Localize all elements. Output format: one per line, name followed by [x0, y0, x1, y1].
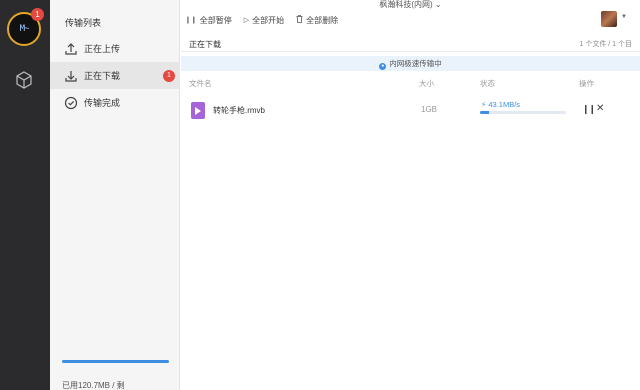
column-header-status: 状态 — [480, 79, 495, 88]
file-size: 1GB — [421, 105, 438, 114]
storage-usage-fill — [62, 360, 169, 363]
sidebar-item-completed[interactable]: 传输完成 — [50, 89, 180, 116]
section-title: 正在下载 — [189, 40, 221, 49]
sidebar-item-label: 传输完成 — [84, 98, 121, 108]
pause-all-button[interactable]: ❙❙ 全部暂停 — [185, 15, 232, 26]
speed-value: 43.1MB/s — [488, 100, 521, 109]
main-panel: 枫瀚科技(内网) ⌄ ❙❙ 全部暂停 ▷ 全部开始 全部删除 ▼ 正在下载 1 … — [181, 0, 640, 390]
column-header-actions: 操作 — [579, 79, 594, 88]
app-rail: M~ 1 — [0, 0, 50, 390]
file-name: 转轮手枪.rmvb — [213, 106, 265, 115]
close-icon[interactable]: ✕ — [596, 103, 604, 114]
storage-usage-bar — [62, 360, 169, 363]
notice-text: 内网极速传输中 — [389, 59, 442, 68]
pause-icon[interactable]: ❙❙ — [582, 104, 596, 115]
table-row[interactable]: 转轮手枪.rmvb 1GB ⚡ 43.1MB/s ❙❙ ✕ — [181, 100, 631, 122]
transfer-notice-banner: ● 内网极速传输中 — [181, 56, 640, 71]
sidebar-item-uploading[interactable]: 正在上传 — [50, 35, 180, 62]
download-progress-fill — [480, 111, 489, 114]
table-header: 文件名 大小 状态 操作 — [181, 76, 640, 90]
trash-icon — [296, 15, 303, 25]
toolbar: ❙❙ 全部暂停 ▷ 全部开始 全部删除 — [181, 12, 346, 28]
scrollbar[interactable] — [634, 30, 638, 390]
chevron-down-icon[interactable]: ▼ — [621, 14, 627, 20]
delete-all-button[interactable]: 全部删除 — [296, 15, 338, 26]
transfer-speed: ⚡ 43.1MB/s — [481, 100, 520, 109]
transfer-sidebar: 传输列表 正在上传 正在下载 1 传输完成 已用120.7MB / 剩 — [50, 0, 180, 390]
start-all-label: 全部开始 — [252, 15, 285, 25]
file-count: 1 个文件 / 1 个目 — [579, 41, 632, 48]
pause-all-label: 全部暂停 — [199, 15, 232, 25]
upload-icon — [64, 42, 78, 56]
cube-icon[interactable] — [14, 70, 34, 90]
storage-usage-text: 已用120.7MB / 剩 — [62, 381, 125, 390]
window-title[interactable]: 枫瀚科技(内网) ⌄ — [181, 0, 640, 10]
sidebar-title: 传输列表 — [65, 18, 102, 28]
sidebar-item-label: 正在下载 — [84, 71, 121, 81]
logo-badge: 1 — [31, 8, 44, 21]
pause-icon: ❙❙ — [185, 17, 197, 24]
user-avatar[interactable] — [601, 11, 617, 27]
sidebar-item-label: 正在上传 — [84, 44, 121, 54]
column-header-size[interactable]: 大小 — [419, 78, 434, 89]
section-header: 正在下载 1 个文件 / 1 个目 — [181, 36, 640, 52]
speed-boost-icon: ● — [379, 63, 387, 70]
download-icon — [64, 69, 78, 83]
column-header-name[interactable]: 文件名 — [189, 78, 212, 89]
delete-all-label: 全部删除 — [306, 15, 339, 25]
download-count-badge: 1 — [163, 70, 175, 82]
download-progress-bar — [480, 111, 566, 114]
check-circle-icon — [64, 96, 78, 110]
sidebar-item-downloading[interactable]: 正在下载 1 — [50, 62, 180, 89]
video-file-icon — [191, 102, 205, 119]
start-all-button[interactable]: ▷ 全部开始 — [244, 15, 284, 26]
play-icon: ▷ — [243, 17, 250, 24]
